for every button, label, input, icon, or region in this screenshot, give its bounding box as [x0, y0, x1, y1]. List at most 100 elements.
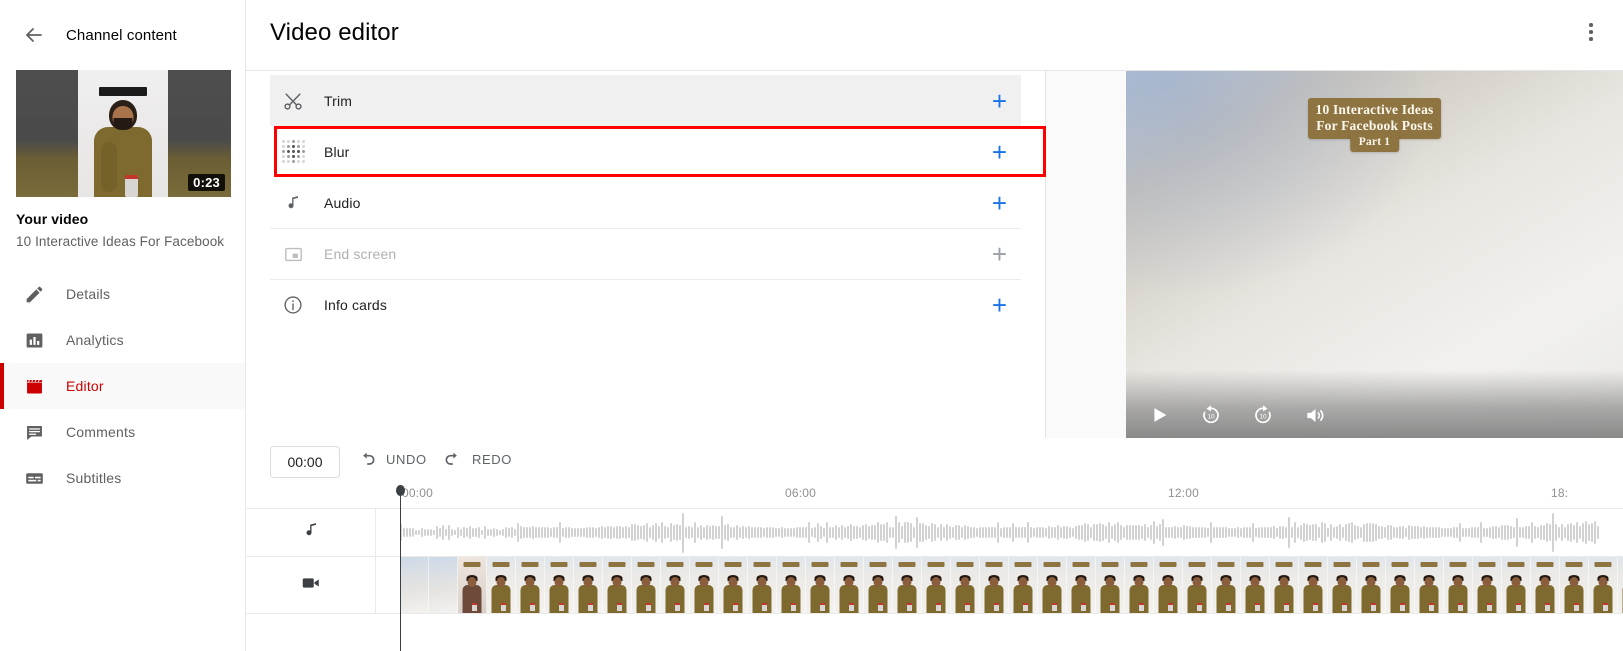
filmstrip-frame: [922, 557, 951, 613]
pencil-icon: [22, 282, 46, 306]
blur-grid-icon: [280, 139, 306, 165]
clapperboard-icon: [22, 374, 46, 398]
video-title: Your video: [16, 211, 89, 227]
volume-icon[interactable]: [1302, 402, 1328, 428]
bar-chart-icon: [22, 328, 46, 352]
left-sidebar: Channel content 0:23 Your video 10 Inter…: [0, 0, 246, 651]
sidebar-nav: Details Analytics Editor Comments Subtit…: [0, 271, 245, 501]
undo-label: UNDO: [386, 451, 427, 467]
svg-text:10: 10: [1259, 413, 1267, 420]
filmstrip-frame: [719, 557, 748, 613]
tool-label: Blur: [324, 143, 350, 160]
redo-button[interactable]: REDO: [442, 448, 512, 470]
ruler-tick: 06:00: [785, 486, 817, 500]
sidebar-item-label: Comments: [66, 424, 136, 440]
filmstrip-frame: [748, 557, 777, 613]
arrow-left-icon[interactable]: [22, 23, 46, 47]
sidebar-item-label: Editor: [66, 378, 104, 394]
filmstrip-frame: [1125, 557, 1154, 613]
undo-button[interactable]: UNDO: [356, 448, 427, 470]
thumbnail-cup: [125, 175, 138, 197]
video-track-header: [246, 557, 376, 613]
filmstrip-frame: [1009, 557, 1038, 613]
blur-highlight-annotation: [274, 126, 1046, 177]
video-overlay-part: Part 1: [1349, 133, 1400, 152]
filmstrip-frame: [1183, 557, 1212, 613]
filmstrip-frames: [400, 557, 1623, 613]
replay-10-icon[interactable]: 10: [1198, 402, 1224, 428]
timeline-panel: 00:00 UNDO REDO 00:00 06:00 12:00 18:: [246, 438, 1623, 651]
filmstrip-frame: [1096, 557, 1125, 613]
filmstrip-frame: [545, 557, 574, 613]
filmstrip-frame: [458, 557, 487, 613]
filmstrip-frame: [1589, 557, 1618, 613]
tool-row-trim[interactable]: Trim +: [270, 75, 1021, 126]
sidebar-item-subtitles[interactable]: Subtitles: [0, 455, 245, 501]
filmstrip-frame: [1328, 557, 1357, 613]
svg-text:10: 10: [1207, 413, 1215, 420]
filmstrip-frame: [1444, 557, 1473, 613]
filmstrip-frame: [893, 557, 922, 613]
back-to-channel-content[interactable]: Channel content: [0, 0, 245, 70]
tool-row-info-cards[interactable]: Info cards +: [270, 279, 1021, 330]
more-vertical-icon[interactable]: [1579, 20, 1603, 44]
thumbnail-name-badge: [99, 87, 147, 96]
sidebar-item-details[interactable]: Details: [0, 271, 245, 317]
scissors-icon: [280, 88, 306, 114]
add-end-screen-button[interactable]: +: [992, 241, 1007, 267]
video-filmstrip[interactable]: [376, 557, 1623, 613]
ruler-tick: 18:: [1551, 486, 1569, 500]
ruler-tick: 00:00: [402, 486, 434, 500]
video-thumbnail[interactable]: 0:23: [16, 70, 231, 197]
filmstrip-frame: [429, 557, 458, 613]
sidebar-item-comments[interactable]: Comments: [0, 409, 245, 455]
filmstrip-frame: [487, 557, 516, 613]
filmstrip-frame: [632, 557, 661, 613]
filmstrip-frame: [661, 557, 690, 613]
sidebar-item-label: Details: [66, 286, 111, 302]
audio-track-header: [246, 509, 376, 556]
tool-row-end-screen[interactable]: End screen +: [270, 228, 1021, 279]
play-icon[interactable]: [1146, 402, 1172, 428]
video-preview-player[interactable]: 10 Interactive Ideas For Facebook Posts …: [1046, 70, 1623, 438]
tool-label: Trim: [324, 92, 353, 109]
editor-tools-panel: Trim + Blur + Audio + End screen + Info …: [246, 70, 1046, 438]
tool-row-blur[interactable]: Blur +: [270, 126, 1046, 177]
filmstrip-frame: [1038, 557, 1067, 613]
filmstrip-frame: [1502, 557, 1531, 613]
filmstrip-frame: [574, 557, 603, 613]
video-duration-badge: 0:23: [188, 174, 225, 191]
filmstrip-frame: [806, 557, 835, 613]
filmstrip-frame: [1560, 557, 1589, 613]
thumbnail-person-arm: [101, 142, 117, 192]
add-info-cards-button[interactable]: +: [992, 292, 1007, 318]
audio-waveform[interactable]: [376, 509, 1623, 556]
audio-track[interactable]: [246, 508, 1623, 556]
video-meta: Your video 10 Interactive Ideas For Face…: [0, 197, 245, 249]
sidebar-item-editor[interactable]: Editor: [0, 363, 245, 409]
timeline-toolbar: 00:00 UNDO REDO: [246, 438, 1623, 486]
filmstrip-frame: [1357, 557, 1386, 613]
filmstrip-frame: [1154, 557, 1183, 613]
tool-row-audio[interactable]: Audio +: [270, 177, 1021, 228]
timeline-playhead[interactable]: [396, 485, 405, 651]
filmstrip-frame: [951, 557, 980, 613]
top-bar: Video editor: [246, 0, 1623, 70]
end-screen-icon: [280, 241, 306, 267]
filmstrip-frame: [400, 557, 429, 613]
forward-10-icon[interactable]: 10: [1250, 402, 1276, 428]
video-track[interactable]: [246, 556, 1623, 614]
thumbnail-person-beard: [113, 118, 133, 130]
current-time-input[interactable]: 00:00: [270, 446, 340, 478]
tool-label: End screen: [324, 246, 397, 262]
timeline-ruler[interactable]: 00:00 06:00 12:00 18:: [246, 486, 1623, 508]
player-controls: 10 10: [1126, 391, 1623, 438]
sidebar-item-label: Subtitles: [66, 470, 122, 486]
filmstrip-frame: [1299, 557, 1328, 613]
add-trim-button[interactable]: +: [992, 88, 1007, 114]
video-editor-page: Channel content 0:23 Your video 10 Inter…: [0, 0, 1623, 651]
add-audio-button[interactable]: +: [992, 190, 1007, 216]
add-blur-button[interactable]: +: [992, 139, 1007, 165]
redo-label: REDO: [472, 451, 512, 467]
sidebar-item-analytics[interactable]: Analytics: [0, 317, 245, 363]
